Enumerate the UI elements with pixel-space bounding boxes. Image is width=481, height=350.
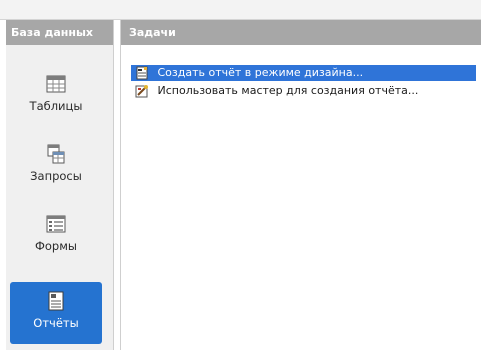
sidebar-item-tables[interactable]: Таблицы xyxy=(10,65,102,127)
task-report-wizard[interactable]: Использовать мастер для создания отчёта.… xyxy=(131,83,476,99)
query-icon xyxy=(47,144,65,164)
sidebar-item-label: Таблицы xyxy=(29,99,83,113)
table-icon xyxy=(46,75,66,93)
sidebar-item-label: Запросы xyxy=(30,169,82,183)
sidebar-item-label: Отчёты xyxy=(33,316,79,330)
task-create-report-design[interactable]: Создать отчёт в режиме дизайна... xyxy=(131,65,476,81)
tasks-header: Задачи xyxy=(121,20,481,45)
sidebar-item-label: Формы xyxy=(35,239,77,253)
database-sidebar: База данных Таблицы Запросы Формы Отчёты xyxy=(6,20,114,350)
sidebar-item-forms[interactable]: Формы xyxy=(10,205,102,267)
task-label: Создать отчёт в режиме дизайна... xyxy=(157,66,364,79)
top-bar xyxy=(0,0,481,20)
wizard-icon xyxy=(135,85,148,98)
design-report-icon xyxy=(136,66,148,80)
sidebar-header: База данных xyxy=(6,20,113,45)
sidebar-item-queries[interactable]: Запросы xyxy=(10,135,102,197)
report-icon xyxy=(48,291,64,311)
sidebar-item-reports[interactable]: Отчёты xyxy=(10,282,102,344)
form-icon xyxy=(46,215,66,233)
tasks-panel: Задачи Создать отчёт в режиме дизайна...… xyxy=(120,20,481,350)
task-label: Использовать мастер для создания отчёта.… xyxy=(157,84,419,97)
